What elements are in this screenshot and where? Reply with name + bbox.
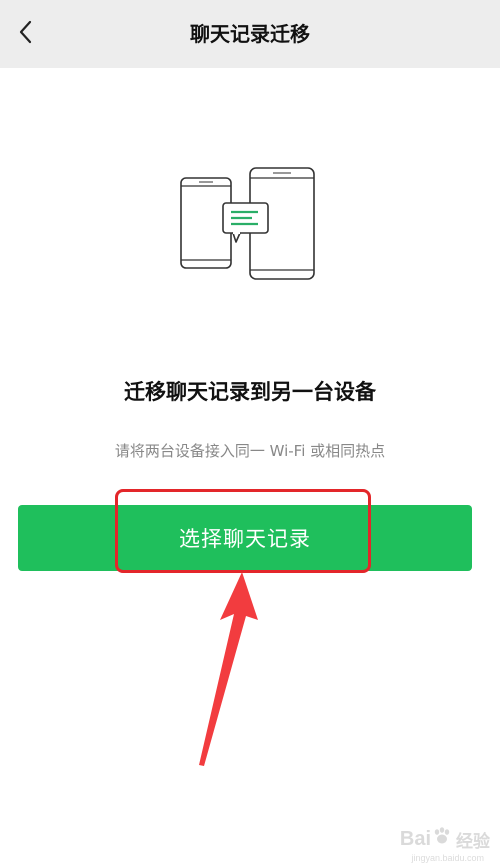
red-arrow-icon — [190, 570, 260, 770]
baidu-watermark-logo: Bai 经验 — [400, 826, 490, 852]
two-phones-transfer-icon — [170, 160, 330, 285]
migration-heading: 迁移聊天记录到另一台设备 — [124, 380, 376, 404]
nav-header: 聊天记录迁移 — [0, 0, 500, 68]
select-chat-history-button[interactable]: 选择聊天记录 — [18, 505, 472, 571]
watermark-brand-left: Bai — [399, 827, 431, 850]
watermark-url: jingyan.baidu.com — [411, 853, 484, 863]
watermark-brand-right: 经验 — [456, 831, 490, 851]
page-title: 聊天记录迁移 — [190, 22, 310, 46]
select-chat-history-label: 选择聊天记录 — [179, 527, 311, 551]
chevron-left-icon — [16, 19, 36, 49]
back-button[interactable] — [6, 14, 46, 54]
wifi-instruction-text: 请将两台设备接入同一 Wi-Fi 或相同热点 — [114, 442, 386, 460]
paw-icon — [432, 826, 452, 852]
